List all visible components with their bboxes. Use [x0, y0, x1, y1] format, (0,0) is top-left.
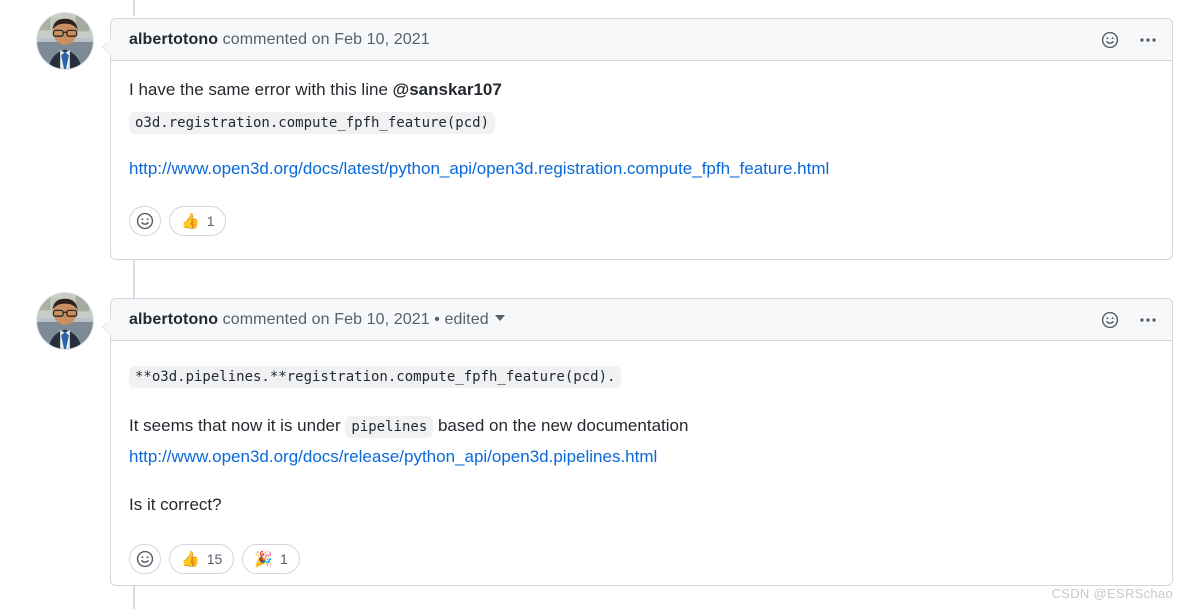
add-reaction-icon[interactable] [1098, 308, 1122, 332]
reactions-bar: 👍 1 [111, 194, 1172, 252]
comment-body: I have the same error with this line @sa… [111, 61, 1172, 194]
user-mention[interactable]: @sanskar107 [393, 80, 502, 99]
inline-code: o3d.registration.compute_fpfh_feature(pc… [129, 112, 496, 135]
reaction-thumbs-up[interactable]: 👍 1 [169, 206, 227, 237]
kebab-menu-icon[interactable] [1136, 28, 1160, 52]
comment-header-actions [1098, 308, 1160, 332]
comment-header-actions [1098, 28, 1160, 52]
edited-label[interactable]: • edited [430, 311, 489, 328]
avatar[interactable] [36, 12, 94, 70]
comment-box: albertotono commented on Feb 10, 2021 I … [102, 18, 1173, 260]
comment-body: **o3d.pipelines.**registration.compute_f… [111, 341, 1172, 530]
add-reaction-icon[interactable] [1098, 28, 1122, 52]
avatar[interactable] [36, 292, 94, 350]
comment-author[interactable]: albertotono [129, 311, 218, 328]
bubble-arrow-inner [103, 319, 111, 335]
party-popper-icon: 🎉 [254, 550, 273, 568]
add-reaction-button[interactable] [129, 206, 161, 237]
reaction-thumbs-up[interactable]: 👍 15 [169, 544, 235, 575]
reactions-bar: 👍 15 🎉 1 [111, 530, 1172, 590]
kebab-menu-icon[interactable] [1136, 308, 1160, 332]
comment-header: albertotono commented on Feb 10, 2021 • … [111, 299, 1172, 341]
comment-paragraph: I have the same error with this line @sa… [129, 77, 1154, 103]
question-paragraph: Is it correct? [129, 495, 222, 515]
comment-meta: albertotono commented on Feb 10, 2021 • … [129, 311, 505, 329]
comment-action-text: commented on [218, 30, 335, 48]
comment-box: albertotono commented on Feb 10, 2021 • … [102, 298, 1173, 586]
thumbs-up-icon: 👍 [181, 212, 200, 230]
documentation-link[interactable]: http://www.open3d.org/docs/release/pytho… [129, 447, 657, 466]
paragraph-text-prefix: It seems that now it is under [129, 416, 346, 436]
comment-action-text: commented on [218, 310, 335, 328]
comment-paragraph: It seems that now it is under pipelines … [129, 413, 1154, 439]
timeline-connector-middle [133, 260, 135, 298]
comment-author[interactable]: albertotono [129, 31, 218, 48]
reaction-count: 1 [206, 213, 215, 230]
comment-timestamp[interactable]: Feb 10, 2021 [334, 31, 430, 48]
paragraph-text-suffix: based on the new documentation [433, 416, 689, 436]
inline-code: **o3d.pipelines.**registration.compute_f… [129, 366, 622, 388]
reaction-count: 15 [206, 551, 223, 568]
add-reaction-button[interactable] [129, 544, 161, 575]
reaction-party-popper[interactable]: 🎉 1 [242, 544, 300, 575]
comment-timestamp[interactable]: Feb 10, 2021 [334, 311, 430, 328]
github-comment-thread: albertotono commented on Feb 10, 2021 I … [0, 0, 1183, 609]
comment-meta: albertotono commented on Feb 10, 2021 [129, 31, 430, 49]
documentation-link[interactable]: http://www.open3d.org/docs/latest/python… [129, 159, 829, 178]
reaction-count: 1 [279, 551, 288, 568]
link-paragraph: http://www.open3d.org/docs/latest/python… [129, 156, 1154, 182]
link-paragraph: http://www.open3d.org/docs/release/pytho… [129, 444, 1154, 470]
bubble-arrow-inner [103, 39, 111, 55]
code-snippet-line: o3d.registration.compute_fpfh_feature(pc… [129, 109, 1154, 135]
comment-header: albertotono commented on Feb 10, 2021 [111, 19, 1172, 61]
thumbs-up-icon: 👍 [181, 550, 200, 568]
chevron-down-icon[interactable] [494, 314, 505, 321]
inline-code-pipelines: pipelines [345, 416, 434, 439]
timeline-connector-top [133, 0, 135, 16]
code-snippet-line: **o3d.pipelines.**registration.compute_f… [129, 363, 1154, 389]
paragraph-text: I have the same error with this line [129, 80, 393, 99]
watermark: CSDN @ESRSchao [1051, 586, 1173, 601]
